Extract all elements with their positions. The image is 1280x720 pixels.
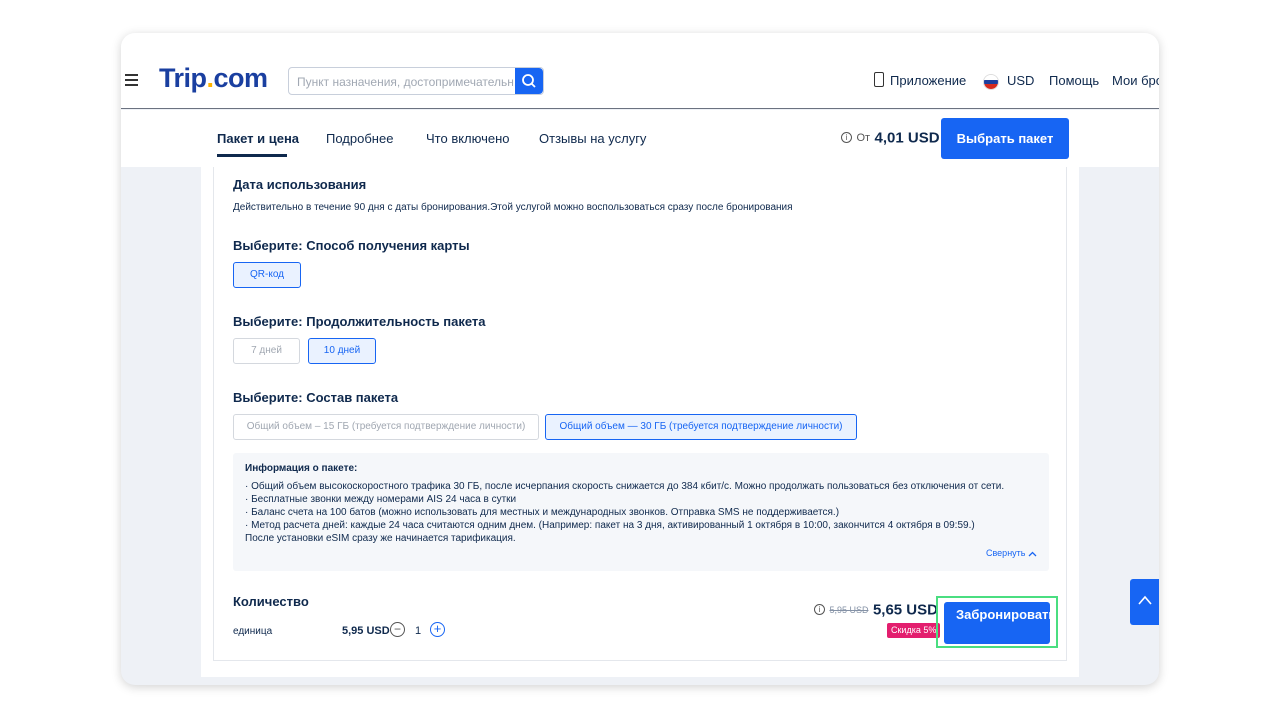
select-package-button[interactable]: Выбрать пакет: [941, 118, 1069, 159]
search-input[interactable]: Пункт назначения, достопримечательн...: [297, 75, 517, 89]
option-10-days[interactable]: 10 дней: [308, 338, 376, 364]
search-icon: [522, 74, 536, 88]
package-card: Дата использования Действительно в течен…: [213, 167, 1067, 661]
logo-main: Trip: [159, 63, 207, 93]
flag-icon[interactable]: [983, 74, 999, 90]
package-info-box: Информация о пакете: · Общий объем высок…: [233, 453, 1049, 571]
book-button[interactable]: Забронировать: [944, 602, 1050, 644]
info-icon[interactable]: i: [841, 132, 852, 144]
option-15gb[interactable]: Общий объем – 15 ГБ (требуется подтвержд…: [233, 414, 539, 440]
currency-selector[interactable]: USD: [1007, 73, 1034, 88]
chevron-up-icon: [1028, 551, 1037, 557]
info-title: Информация о пакете:: [245, 463, 358, 474]
option-qr-code[interactable]: QR-код: [233, 262, 301, 288]
help-link[interactable]: Помощь: [1049, 73, 1099, 88]
info-line: · Метод расчета дней: каждые 24 часа счи…: [245, 520, 975, 531]
info-line: · Бесплатные звонки между номерами AIS 2…: [245, 494, 517, 505]
from-price-value: 4,01 USD: [874, 129, 940, 147]
increase-quantity-button[interactable]: +: [430, 622, 445, 637]
from-price: i От 4,01 USD: [841, 129, 940, 147]
usage-title: Дата использования: [233, 177, 367, 192]
collapse-label: Свернуть: [986, 548, 1026, 558]
app-link[interactable]: Приложение: [890, 73, 966, 88]
quantity-title: Количество: [233, 594, 309, 609]
content-area: Дата использования Действительно в течен…: [201, 167, 1079, 677]
logo-dot: .: [206, 63, 215, 93]
bookings-link[interactable]: Мои бро: [1112, 73, 1159, 88]
scroll-to-top-button[interactable]: [1130, 579, 1159, 625]
info-line: После установки eSIM сразу же начинается…: [245, 533, 516, 544]
collapse-link[interactable]: Свернуть: [986, 548, 1037, 558]
site-header: Trip.com Пункт назначения, достопримечат…: [121, 33, 1159, 109]
search-box[interactable]: Пункт назначения, достопримечательн...: [288, 67, 544, 95]
quantity-value: 1: [415, 625, 422, 637]
price-info-icon[interactable]: i: [814, 604, 825, 616]
card-method-title: Выберите: Способ получения карты: [233, 238, 470, 253]
logo[interactable]: Trip.com: [159, 63, 268, 94]
decrease-quantity-button[interactable]: −: [390, 622, 405, 637]
total-price: i 5,95 USD 5,65 USD: [814, 601, 938, 619]
from-label: От: [856, 131, 871, 144]
old-price: 5,95 USD: [829, 604, 869, 615]
active-tab-indicator: [217, 154, 287, 157]
phone-icon: [874, 72, 884, 87]
info-line: · Баланс счета на 100 батов (можно испол…: [245, 507, 840, 518]
option-30gb[interactable]: Общий объем — 30 ГБ (требуется подтвержд…: [545, 414, 857, 440]
tab-package-price[interactable]: Пакет и цена: [217, 131, 299, 146]
menu-icon[interactable]: [125, 74, 139, 86]
sub-navigation: Пакет и цена Подробнее Что включено Отзы…: [121, 110, 1159, 167]
unit-label: единица: [233, 626, 273, 637]
info-line: · Общий объем высокоскоростного трафика …: [245, 481, 1005, 492]
unit-price: 5,95 USD: [342, 625, 390, 637]
search-button[interactable]: [515, 68, 543, 94]
tab-reviews[interactable]: Отзывы на услугу: [539, 131, 646, 146]
package-title: Выберите: Состав пакета: [233, 390, 399, 405]
tab-details[interactable]: Подробнее: [326, 131, 393, 146]
new-price: 5,65 USD: [872, 601, 938, 619]
option-7-days[interactable]: 7 дней: [233, 338, 300, 364]
logo-suffix: com: [213, 63, 269, 93]
tab-included[interactable]: Что включено: [426, 131, 510, 146]
book-button-highlight: Забронировать: [936, 596, 1058, 648]
browser-window: Trip.com Пункт назначения, достопримечат…: [121, 33, 1159, 685]
chevron-up-icon: [1138, 595, 1152, 605]
usage-desc: Действительно в течение 90 дня с даты бр…: [233, 202, 793, 213]
duration-title: Выберите: Продолжительность пакета: [233, 314, 486, 329]
discount-badge: Скидка 5%: [887, 623, 941, 638]
